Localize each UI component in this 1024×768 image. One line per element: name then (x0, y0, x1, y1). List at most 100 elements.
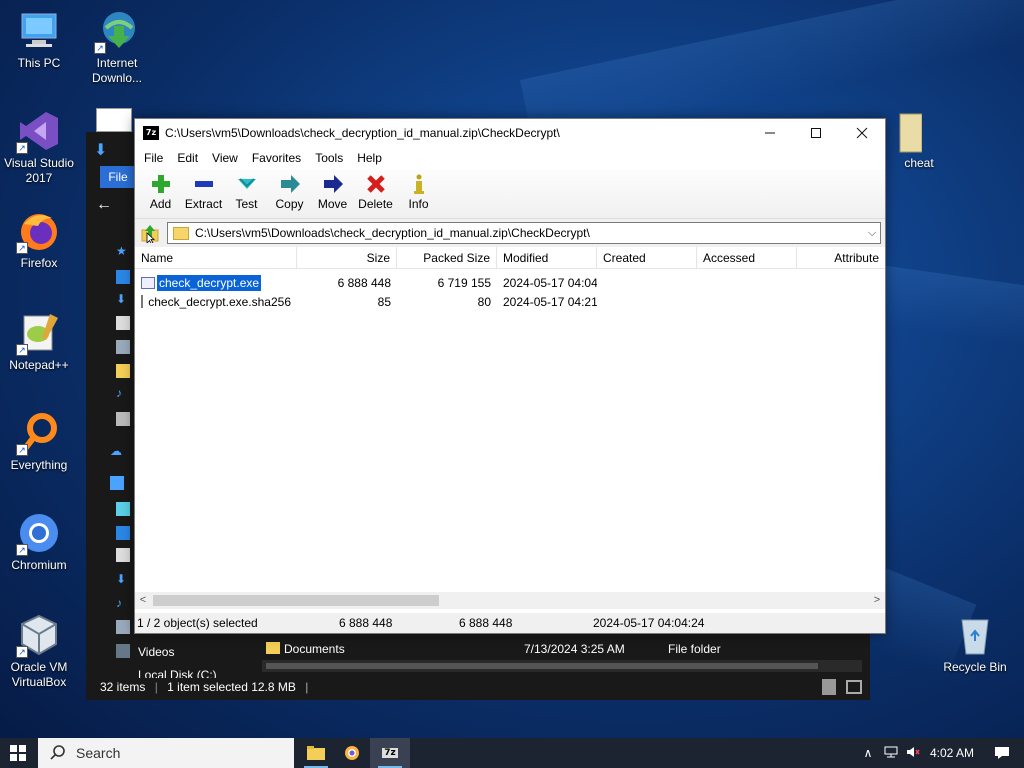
add-button[interactable]: Add (139, 173, 182, 211)
horizontal-scrollbar[interactable] (262, 660, 862, 672)
copy-button[interactable]: Copy (268, 173, 311, 211)
start-button[interactable] (0, 738, 36, 768)
menu-file[interactable]: File (137, 151, 170, 165)
notification-icon[interactable] (980, 746, 1024, 760)
desktop-icon-chromium[interactable]: ↗ Chromium (0, 510, 78, 573)
desktop-icon-this-pc[interactable]: This PC (0, 8, 78, 71)
thumbnails-view-icon[interactable] (846, 680, 862, 694)
column-size[interactable]: Size (297, 247, 397, 268)
taskbar-search-box[interactable]: Search (38, 738, 294, 768)
selection-status: 1 / 2 object(s) selected (137, 616, 258, 630)
delete-button[interactable]: Delete (354, 173, 397, 211)
desktop-icon-label: Visual Studio 2017 (4, 156, 74, 185)
desktop-icon-visual-studio[interactable]: ↗ Visual Studio 2017 (0, 108, 78, 186)
menu-tools[interactable]: Tools (308, 151, 350, 165)
taskbar-chromium[interactable] (334, 738, 370, 768)
close-button[interactable] (839, 119, 885, 147)
copy-icon (280, 175, 300, 193)
table-row[interactable]: check_decrypt.exe.sha256 85 80 2024-05-1… (135, 292, 885, 311)
test-button[interactable]: Test (225, 173, 268, 211)
search-icon (50, 745, 65, 760)
scroll-right-icon[interactable]: > (869, 592, 885, 609)
info-button[interactable]: Info (397, 173, 440, 211)
folder-icon (116, 364, 130, 378)
selection-size: 6 888 448 (339, 616, 393, 630)
list-item[interactable]: Documents 7/13/2024 3:25 AM File folder (262, 640, 862, 660)
desktop-icon-label: Chromium (11, 558, 67, 572)
minimize-button[interactable] (747, 119, 793, 147)
desktop-icon-notepadpp[interactable]: ↗ Notepad++ (0, 310, 78, 373)
desktop-icon-label: Oracle VM VirtualBox (10, 660, 68, 689)
music-icon: ♪ (116, 596, 122, 610)
desktop-icon-internet-download-manager[interactable]: ↗ Internet Downlo... (78, 8, 156, 86)
move-button[interactable]: Move (311, 173, 354, 211)
menu-edit[interactable]: Edit (170, 151, 205, 165)
maximize-button[interactable] (793, 119, 839, 147)
toolbar: Add Extract Test Copy Move Delete Info (135, 169, 885, 219)
picture-folder-icon (116, 620, 130, 634)
column-name[interactable]: Name (135, 247, 297, 268)
column-packed-size[interactable]: Packed Size (397, 247, 497, 268)
desktop-folder-icon (116, 270, 130, 284)
file-modified: 2024-05-17 04:04 (503, 275, 597, 290)
column-modified[interactable]: Modified (497, 247, 597, 268)
column-attributes[interactable]: Attribute (797, 247, 885, 268)
go-up-button[interactable] (139, 223, 161, 245)
taskbar-sevenzip[interactable]: 7z (370, 738, 410, 768)
desktop-icon-firefox[interactable]: ↗ Firefox (0, 208, 78, 271)
chevron-down-icon[interactable]: ⌵ (864, 227, 880, 240)
table-row[interactable]: check_decrypt.exe 6 888 448 6 719 155 20… (135, 273, 885, 292)
exe-file-icon (141, 276, 155, 289)
desktop-icon-label: Notepad++ (9, 358, 69, 372)
column-accessed[interactable]: Accessed (697, 247, 797, 268)
file-icon (116, 412, 130, 426)
file-size: 6 888 448 (337, 275, 391, 290)
column-created[interactable]: Created (597, 247, 697, 268)
address-bar[interactable]: C:\Users\vm5\Downloads\check_decryption_… (167, 222, 881, 244)
menu-view[interactable]: View (205, 151, 245, 165)
status-bar: 1 / 2 object(s) selected 6 888 448 6 888… (135, 613, 885, 633)
desktop-icon-virtualbox[interactable]: ↗ Oracle VM VirtualBox (0, 612, 78, 690)
folder-icon (307, 746, 325, 760)
move-icon (323, 175, 343, 193)
file-modified: 7/13/2024 3:25 AM (524, 642, 625, 656)
file-packed-size: 80 (477, 294, 491, 309)
scrollbar-thumb[interactable] (153, 595, 439, 606)
sevenzip-window[interactable]: 7z C:\Users\vm5\Downloads\check_decrypti… (134, 118, 886, 634)
nav-item-videos[interactable]: Videos (138, 645, 174, 659)
minimize-icon (765, 132, 775, 134)
clock[interactable]: 4:02 AM (924, 746, 980, 760)
desktop-icon-label: Internet Downlo... (91, 56, 143, 85)
copy-label: Copy (275, 197, 304, 211)
file-list[interactable]: Name Size Packed Size Modified Created A… (135, 247, 885, 595)
extract-icon (194, 181, 213, 187)
volume-muted-icon[interactable] (902, 746, 924, 761)
file-name: Documents (284, 642, 345, 656)
network-icon[interactable] (880, 746, 902, 761)
chevron-up-icon[interactable]: ∧ (856, 746, 880, 760)
maximize-icon (811, 128, 821, 138)
test-icon (237, 178, 256, 189)
menu-help[interactable]: Help (350, 151, 389, 165)
title-bar[interactable]: 7z C:\Users\vm5\Downloads\check_decrypti… (135, 119, 885, 147)
explorer-file-tab[interactable]: File (100, 166, 136, 188)
desktop-icon-everything[interactable]: ↗ Everything (0, 410, 78, 473)
delete-icon (366, 175, 385, 193)
picture-folder-icon (116, 340, 130, 354)
file-name: check_decrypt.exe (157, 274, 262, 291)
details-view-icon[interactable] (822, 679, 836, 695)
delete-label: Delete (358, 197, 393, 211)
this-pc-icon (110, 476, 124, 490)
menu-favorites[interactable]: Favorites (245, 151, 308, 165)
back-arrow-icon[interactable]: ← (96, 196, 112, 214)
move-label: Move (317, 197, 348, 211)
everything-icon: ↗ (16, 410, 62, 456)
desktop-icon-recycle-bin[interactable]: Recycle Bin (936, 612, 1014, 675)
chromium-icon: ↗ (16, 510, 62, 556)
file-type: File folder (668, 642, 721, 656)
folder-icon (173, 226, 189, 240)
taskbar-file-explorer[interactable] (298, 738, 334, 768)
scroll-left-icon[interactable]: < (135, 592, 151, 609)
horizontal-scrollbar[interactable]: < > (135, 592, 885, 609)
extract-button[interactable]: Extract (182, 173, 225, 211)
